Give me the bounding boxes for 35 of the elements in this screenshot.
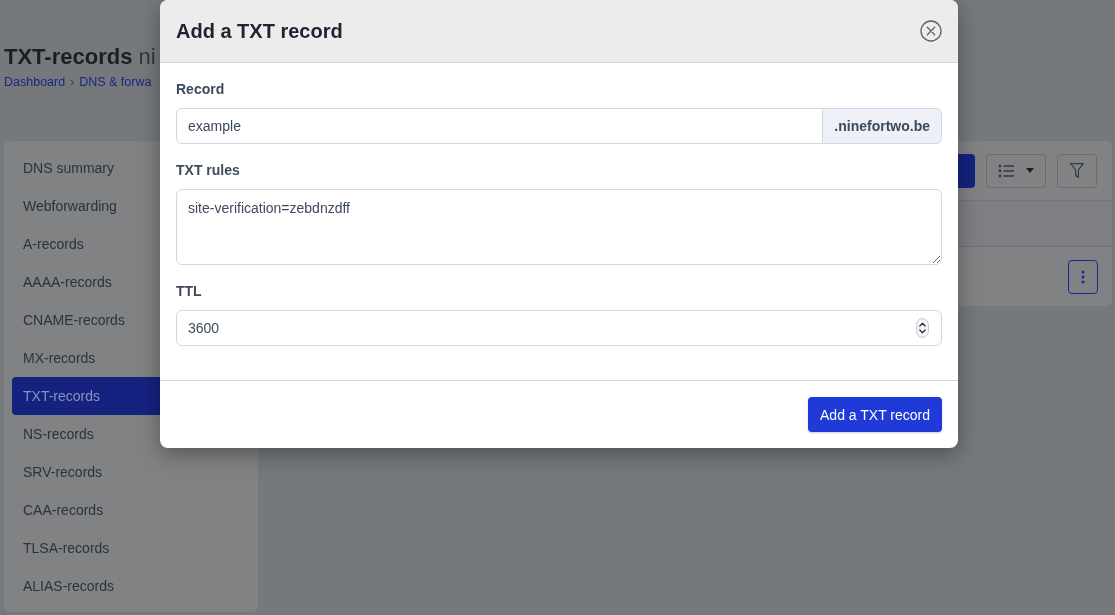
vertical-dots-icon	[1081, 269, 1085, 284]
filter-button[interactable]	[1057, 153, 1097, 188]
filter-icon	[1070, 163, 1084, 178]
sidebar-item[interactable]: CAA-records	[12, 491, 160, 529]
sidebar-item[interactable]: Webforwarding	[12, 187, 160, 225]
sidebar-item[interactable]: A-records	[12, 225, 160, 263]
sidebar-item[interactable]: CNAME-records	[12, 301, 160, 339]
sidebar-item[interactable]: SRV-records	[12, 453, 160, 491]
dialog-title: Add a TXT record	[176, 19, 343, 43]
field-label: Record	[176, 81, 226, 98]
sidebar-item[interactable]: TLSA-records	[12, 529, 160, 567]
sidebar-item[interactable]: AAAA-records	[12, 263, 160, 301]
field-label: TXT rules	[176, 162, 241, 179]
spinner-icon[interactable]	[916, 318, 929, 338]
sidebar-item[interactable]: DNS summary	[12, 149, 160, 187]
domain-suffix: .ninefortwo.be	[823, 108, 942, 144]
sidebar-item[interactable]: TXT-records	[12, 377, 160, 415]
breadcrumb-link[interactable]: DNS & forwa	[79, 74, 152, 90]
view-options-button[interactable]	[986, 153, 1046, 188]
row-actions-button[interactable]	[1068, 259, 1098, 294]
caret-icon	[1026, 168, 1034, 173]
sidebar-item[interactable]: ALIAS-records	[12, 567, 160, 605]
list-icon	[998, 163, 1014, 178]
breadcrumb-link[interactable]: Dashboard	[4, 74, 66, 90]
field-label: TTL	[176, 283, 203, 300]
breadcrumb-separator: ›	[70, 74, 75, 90]
record-name-field[interactable]: example	[176, 108, 824, 144]
sidebar-item[interactable]: NS-records	[12, 415, 160, 453]
close-button[interactable]	[920, 20, 942, 42]
submit-button[interactable]: Add a TXT record	[808, 397, 942, 432]
close-icon	[920, 20, 942, 42]
page-title: TXT-records ni	[4, 45, 156, 69]
txt-rules-field[interactable]: site-verification=zebdnzdff	[176, 189, 942, 265]
sidebar-item[interactable]: MX-records	[12, 339, 160, 377]
ttl-number-field[interactable]: 3600	[176, 310, 942, 346]
